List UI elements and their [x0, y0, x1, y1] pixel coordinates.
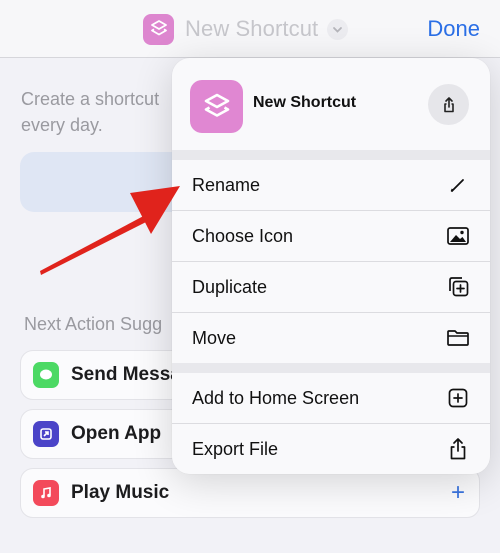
- next-action-suggestions-label: Next Action Sugg: [24, 314, 163, 334]
- shortcut-layers-icon: [143, 13, 174, 45]
- suggestion-play-music[interactable]: Play Music +: [20, 468, 480, 518]
- suggestion-label: Open App: [71, 423, 162, 444]
- menu-item-label: Choose Icon: [192, 225, 294, 246]
- add-action-plus-icon[interactable]: +: [451, 480, 465, 506]
- shortcut-title-button[interactable]: New Shortcut: [143, 13, 349, 45]
- menu-shortcut-name: New Shortcut: [253, 94, 357, 111]
- shortcut-context-menu: New Shortcut Rename Choose Icon Duplicat…: [172, 58, 490, 474]
- shortcut-description: Create a shortcut every day.: [21, 89, 160, 135]
- duplicate-icon: [446, 275, 470, 299]
- menu-item-rename[interactable]: Rename: [172, 160, 490, 210]
- nav-title: New Shortcut: [185, 16, 319, 41]
- menu-item-label: Rename: [192, 174, 261, 195]
- share-icon: [446, 437, 470, 461]
- menu-item-export-file[interactable]: Export File: [172, 424, 490, 474]
- menu-item-label: Export File: [192, 438, 279, 459]
- share-icon: [443, 96, 454, 112]
- menu-item-label: Move: [192, 327, 237, 348]
- menu-item-label: Duplicate: [192, 276, 268, 297]
- shortcut-layers-icon: [190, 80, 243, 133]
- nav-bar: New Shortcut Done: [0, 0, 500, 58]
- menu-separator: [172, 363, 490, 373]
- folder-icon: [446, 326, 470, 350]
- open-app-icon: [33, 421, 59, 447]
- done-button[interactable]: Done: [427, 16, 480, 42]
- menu-item-label: Add to Home Screen: [192, 387, 360, 408]
- menu-item-add-to-home-screen[interactable]: Add to Home Screen: [172, 373, 490, 423]
- suggestion-label: Play Music: [71, 482, 170, 503]
- messages-icon: [33, 362, 59, 388]
- suggestion-label: Send Messa: [71, 364, 181, 385]
- menu-separator: [172, 150, 490, 160]
- chevron-down-icon: [327, 18, 349, 40]
- share-button[interactable]: [428, 84, 469, 125]
- photo-icon: [446, 224, 470, 248]
- menu-item-duplicate[interactable]: Duplicate: [172, 262, 490, 312]
- pencil-icon: [446, 173, 470, 197]
- menu-item-choose-icon[interactable]: Choose Icon: [172, 211, 490, 261]
- menu-item-move[interactable]: Move: [172, 313, 490, 363]
- add-square-icon: [446, 386, 470, 410]
- menu-header: New Shortcut: [172, 58, 490, 150]
- music-icon: [33, 480, 59, 506]
